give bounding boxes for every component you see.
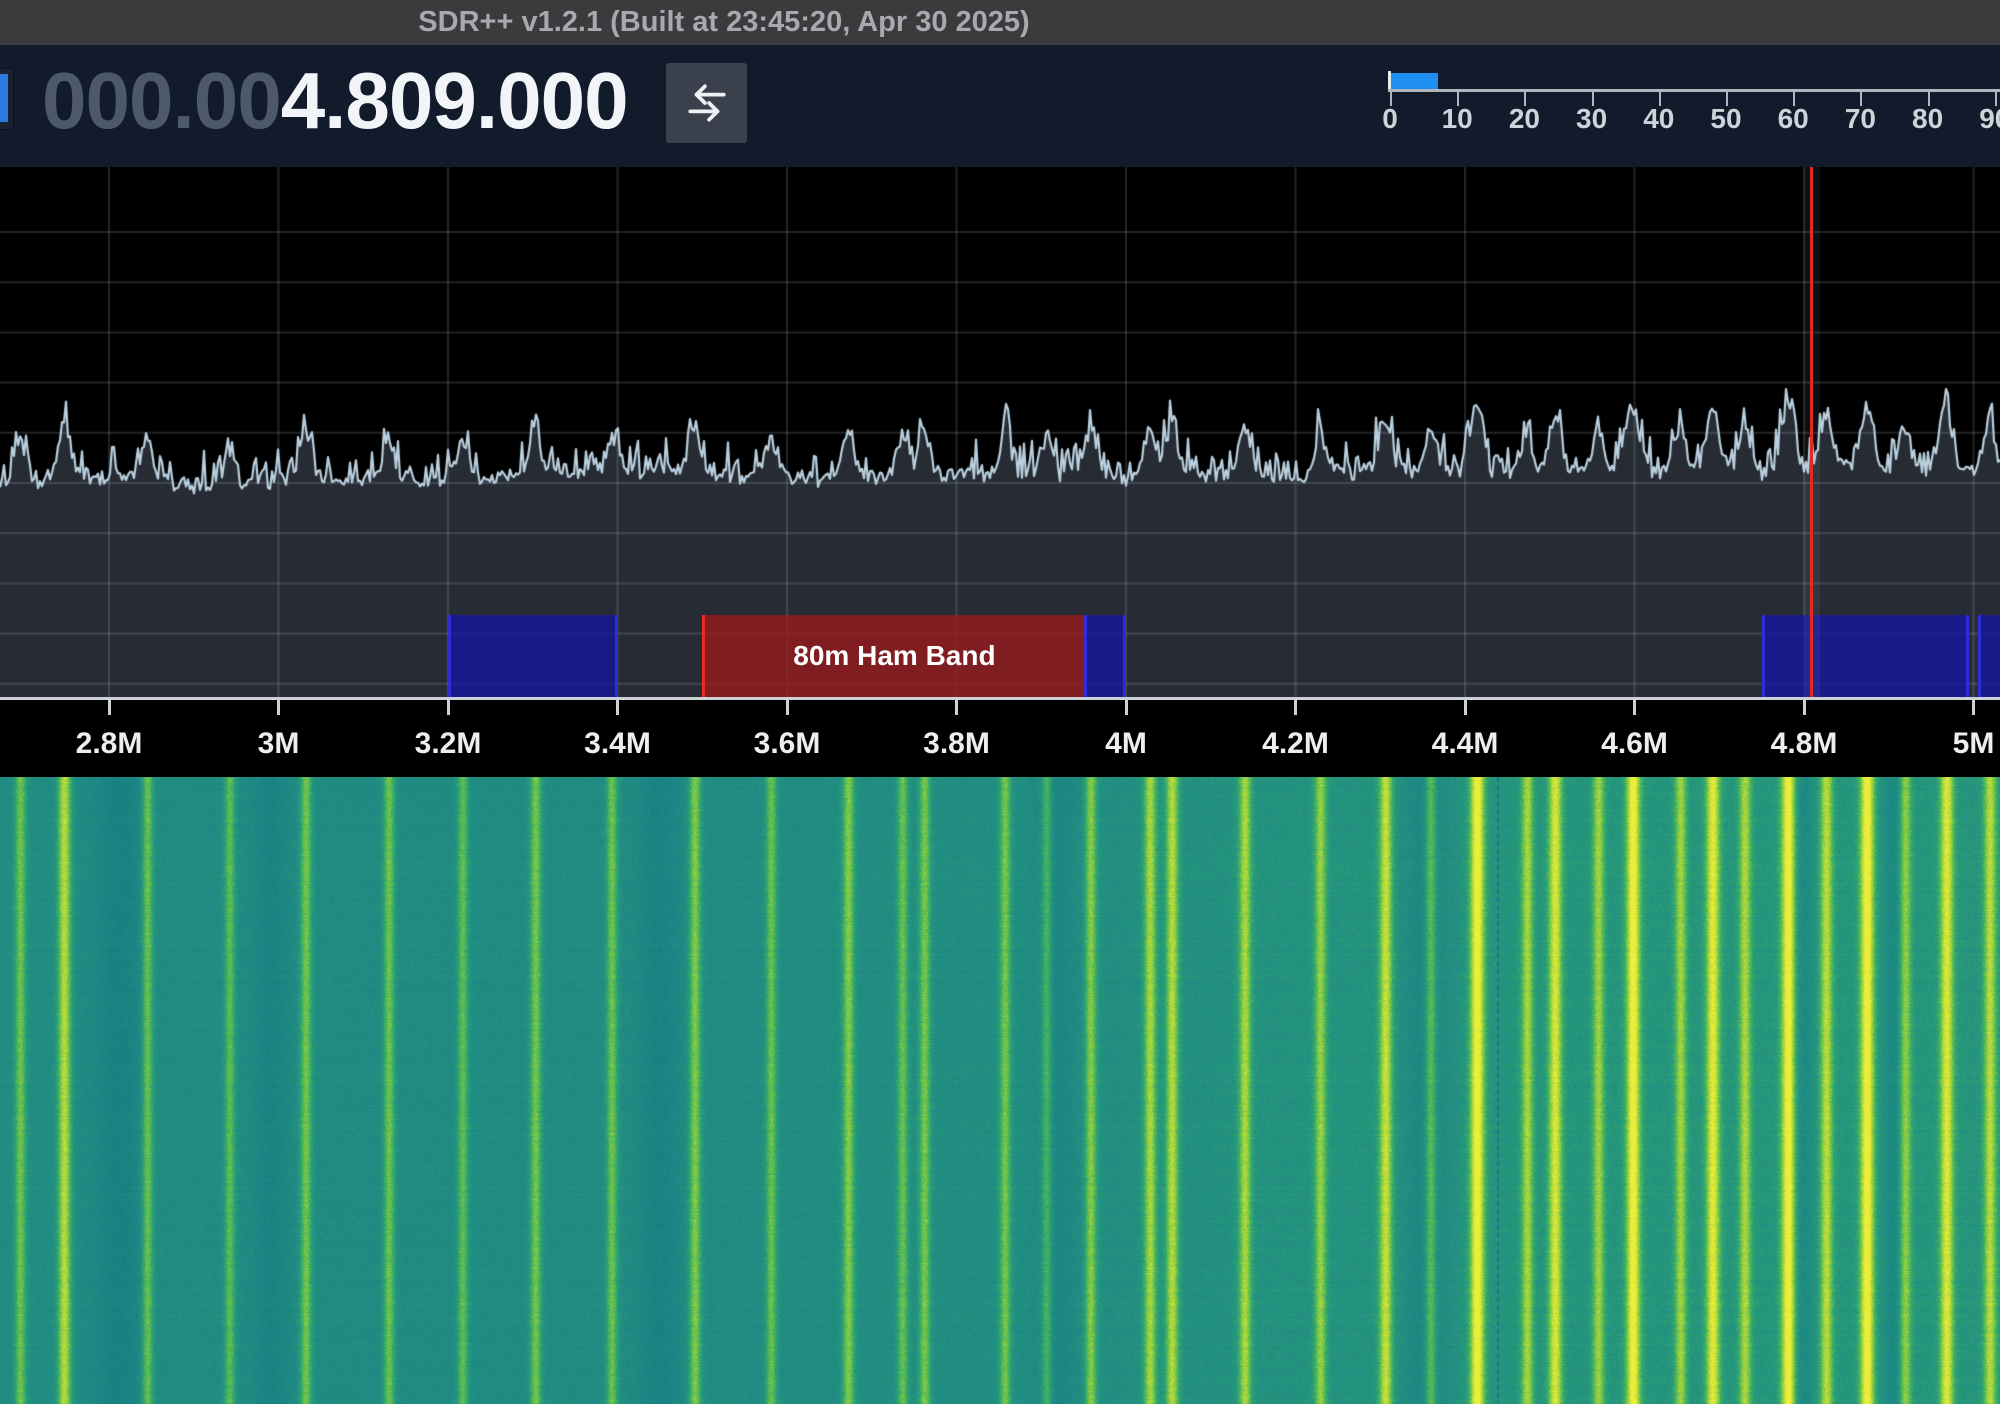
snr-meter-tick-label: 80 xyxy=(1912,103,1943,135)
window-titlebar: SDR++ v1.2.1 (Built at 23:45:20, Apr 30 … xyxy=(0,0,2000,46)
frequency-axis-tick-label: 3.4M xyxy=(584,727,651,761)
frequency-axis-tick-label: 3M xyxy=(258,727,300,761)
tuning-cursor[interactable] xyxy=(1810,167,1813,697)
frequency-axis-tick xyxy=(1125,700,1128,715)
frequency-axis-tick xyxy=(955,700,958,715)
frequency-axis-tick xyxy=(108,700,111,715)
snr-meter-tick-label: 60 xyxy=(1778,103,1809,135)
snr-meter-tick-label: 10 xyxy=(1442,103,1473,135)
frequency-axis-tick xyxy=(1294,700,1297,715)
frequency-axis-tick xyxy=(786,700,789,715)
broadcast-band-annotation xyxy=(1978,615,2000,697)
snr-meter-tick-label: 40 xyxy=(1643,103,1674,135)
broadcast-band-annotation xyxy=(448,615,618,697)
broadcast-band-annotation xyxy=(1084,615,1126,697)
snr-meter-tick-label: 0 xyxy=(1382,103,1398,135)
window-title: SDR++ v1.2.1 (Built at 23:45:20, Apr 30 … xyxy=(418,0,1029,45)
frequency-axis-line xyxy=(0,697,2000,700)
band-label: 80m Ham Band xyxy=(793,640,995,672)
frequency-axis-tick xyxy=(1633,700,1636,715)
snr-meter-tick-label: 20 xyxy=(1509,103,1540,135)
waterfall-canvas[interactable] xyxy=(0,777,2000,1404)
frequency-axis-tick xyxy=(1972,700,1975,715)
frequency-axis-tick-label: 4M xyxy=(1105,727,1147,761)
frequency-axis-tick-label: 4.8M xyxy=(1771,727,1838,761)
frequency-axis-tick-label: 3.2M xyxy=(415,727,482,761)
frequency-axis-tick xyxy=(447,700,450,715)
frequency-axis-tick xyxy=(277,700,280,715)
snr-level-bar xyxy=(1391,73,1438,89)
top-toolbar: 000.004.809.000 0102030405060708090 xyxy=(0,45,2000,167)
frequency-axis-tick-label: 5M xyxy=(1953,727,1995,761)
amateur-band-annotation: 80m Ham Band xyxy=(702,615,1083,697)
spectrum-panel[interactable]: 80m Ham Band xyxy=(0,167,2000,697)
snr-meter: 0 10 20 30 40 50 60 70 80 90 xyxy=(0,45,2000,167)
snr-meter-tick-label: 90 xyxy=(1979,103,2000,135)
frequency-axis-tick xyxy=(1464,700,1467,715)
frequency-axis-tick-label: 4.4M xyxy=(1432,727,1499,761)
snr-meter-tick-label: 30 xyxy=(1576,103,1607,135)
frequency-axis-tick-label: 4.6M xyxy=(1601,727,1668,761)
broadcast-band-annotation xyxy=(1762,615,1970,697)
frequency-axis[interactable]: 2.8M 3M 3.2M 3.4M 3.6M 3.8M 4M 4.2M 4.4M 4.6M 4.8M… xyxy=(0,697,2000,777)
frequency-axis-tick xyxy=(616,700,619,715)
frequency-axis-tick xyxy=(1803,700,1806,715)
frequency-axis-tick-label: 3.6M xyxy=(754,727,821,761)
snr-meter-tick-label: 50 xyxy=(1710,103,1741,135)
frequency-axis-tick-label: 2.8M xyxy=(76,727,143,761)
frequency-axis-tick-label: 3.8M xyxy=(923,727,990,761)
snr-meter-tick-label: 70 xyxy=(1845,103,1876,135)
frequency-axis-tick-label: 4.2M xyxy=(1262,727,1329,761)
snr-meter-scale-line xyxy=(1388,89,2000,92)
